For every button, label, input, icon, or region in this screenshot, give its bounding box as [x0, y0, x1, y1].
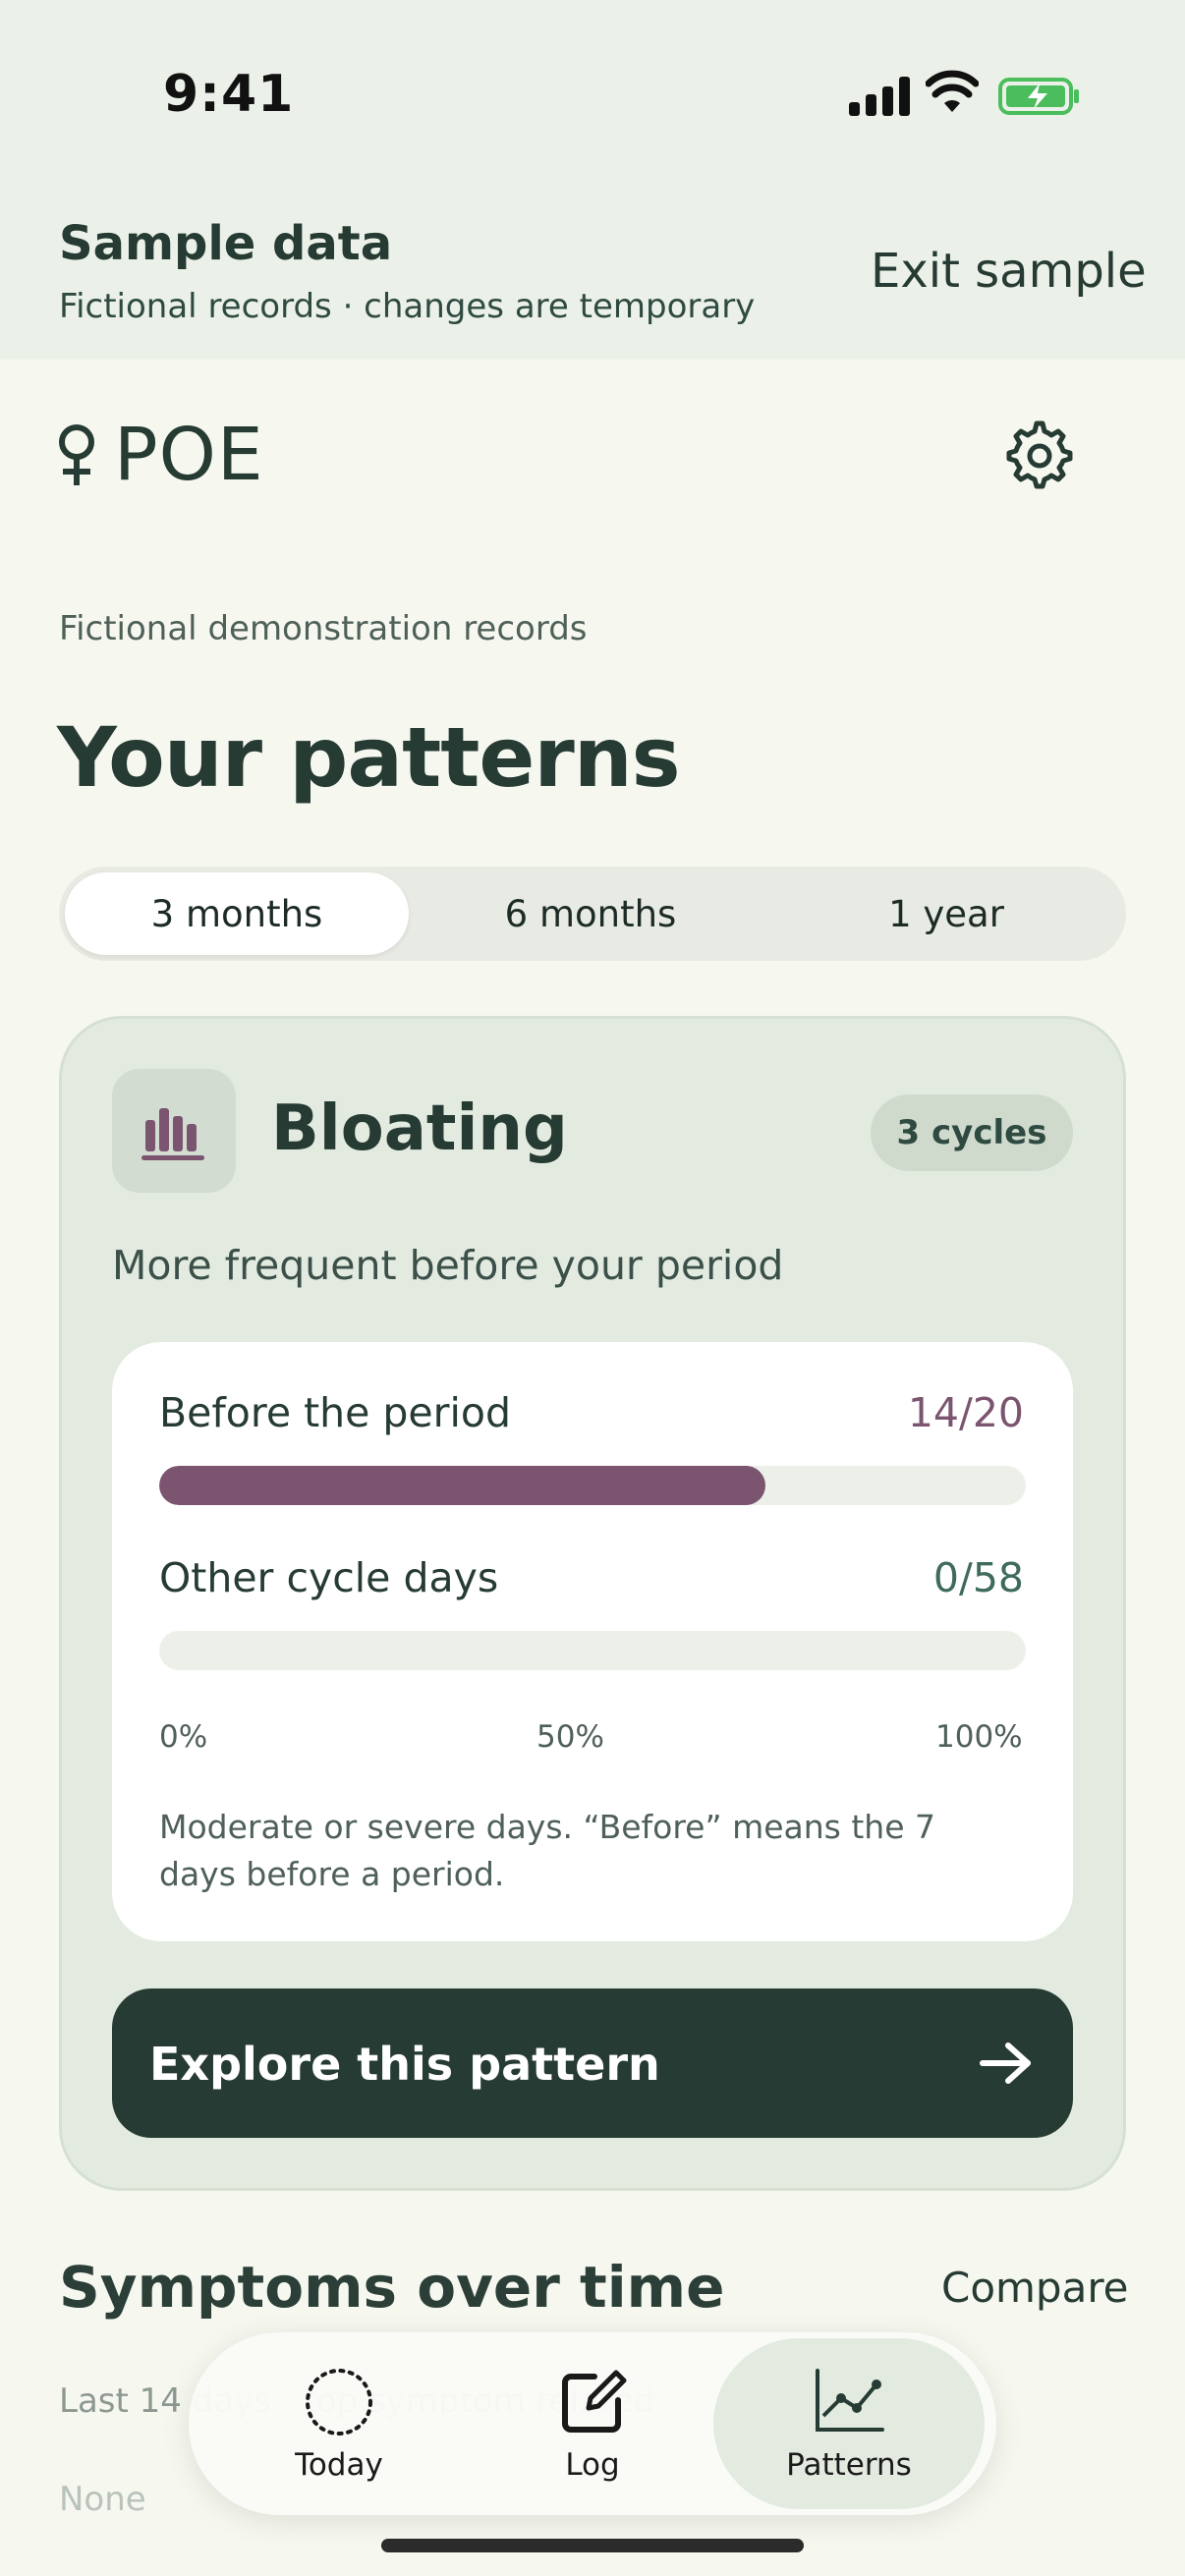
- range-selector: 3 months 6 months 1 year: [59, 867, 1126, 961]
- app-logo: POE: [55, 413, 264, 497]
- tab-log[interactable]: Log: [460, 2338, 725, 2509]
- tab-today-label: Today: [295, 2447, 383, 2483]
- scale-label-min: 0%: [159, 1719, 208, 1755]
- tab-patterns[interactable]: Patterns: [713, 2338, 985, 2509]
- pattern-title: Bloating: [271, 1092, 568, 1165]
- wifi-icon: [926, 70, 979, 112]
- range-tab-6-months[interactable]: 6 months: [415, 872, 766, 955]
- log-edit-icon: [562, 2370, 627, 2433]
- scale-label-max: 100%: [935, 1719, 1023, 1755]
- bar-fill-before-period: [159, 1466, 766, 1505]
- battery-charging-icon: [998, 78, 1079, 115]
- bar-chart-icon: [112, 1069, 236, 1193]
- venus-icon: [59, 424, 94, 485]
- home-indicator: [381, 2539, 804, 2552]
- row-value-other-days: 0/58: [932, 1554, 1024, 1601]
- status-time: 9:41: [163, 65, 295, 124]
- tab-patterns-label: Patterns: [786, 2447, 912, 2483]
- explore-pattern-label: Explore this pattern: [149, 2038, 660, 2091]
- bar-track-other-days: [159, 1631, 1026, 1670]
- row-label-before-period: Before the period: [159, 1389, 512, 1436]
- tab-log-label: Log: [565, 2447, 620, 2483]
- arrow-right-icon: [980, 2043, 1031, 2084]
- range-tab-1-year[interactable]: 1 year: [772, 872, 1120, 955]
- range-tab-3-months[interactable]: 3 months: [65, 872, 409, 955]
- today-circle-icon: [306, 2369, 372, 2436]
- tab-today[interactable]: Today: [206, 2338, 472, 2509]
- row-value-before-period: 14/20: [907, 1389, 1024, 1436]
- cellular-signal-icon: [849, 77, 910, 116]
- symptoms-section-title: Symptoms over time: [59, 2254, 725, 2321]
- patterns-chart-icon: [816, 2369, 884, 2432]
- page-title: Your patterns: [57, 709, 681, 806]
- settings-gear-icon[interactable]: [1004, 420, 1075, 491]
- compare-button[interactable]: Compare: [941, 2264, 1129, 2312]
- pattern-subtitle: More frequent before your period: [112, 1242, 784, 1289]
- row-label-other-days: Other cycle days: [159, 1554, 499, 1601]
- scale-label-mid: 50%: [536, 1719, 604, 1755]
- cycles-badge: 3 cycles: [871, 1094, 1073, 1171]
- pattern-footnote: Moderate or severe days. “Before” means …: [159, 1808, 935, 1893]
- logo-text: POE: [114, 413, 264, 497]
- symptoms-legend-none: None: [59, 2480, 146, 2519]
- sample-data-title: Sample data: [59, 216, 393, 271]
- exit-sample-button[interactable]: Exit sample: [871, 244, 1147, 299]
- demo-label: Fictional demonstration records: [59, 609, 588, 648]
- sample-data-subtitle: Fictional records · changes are temporar…: [59, 287, 756, 326]
- bar-track-before-period: [159, 1466, 1026, 1505]
